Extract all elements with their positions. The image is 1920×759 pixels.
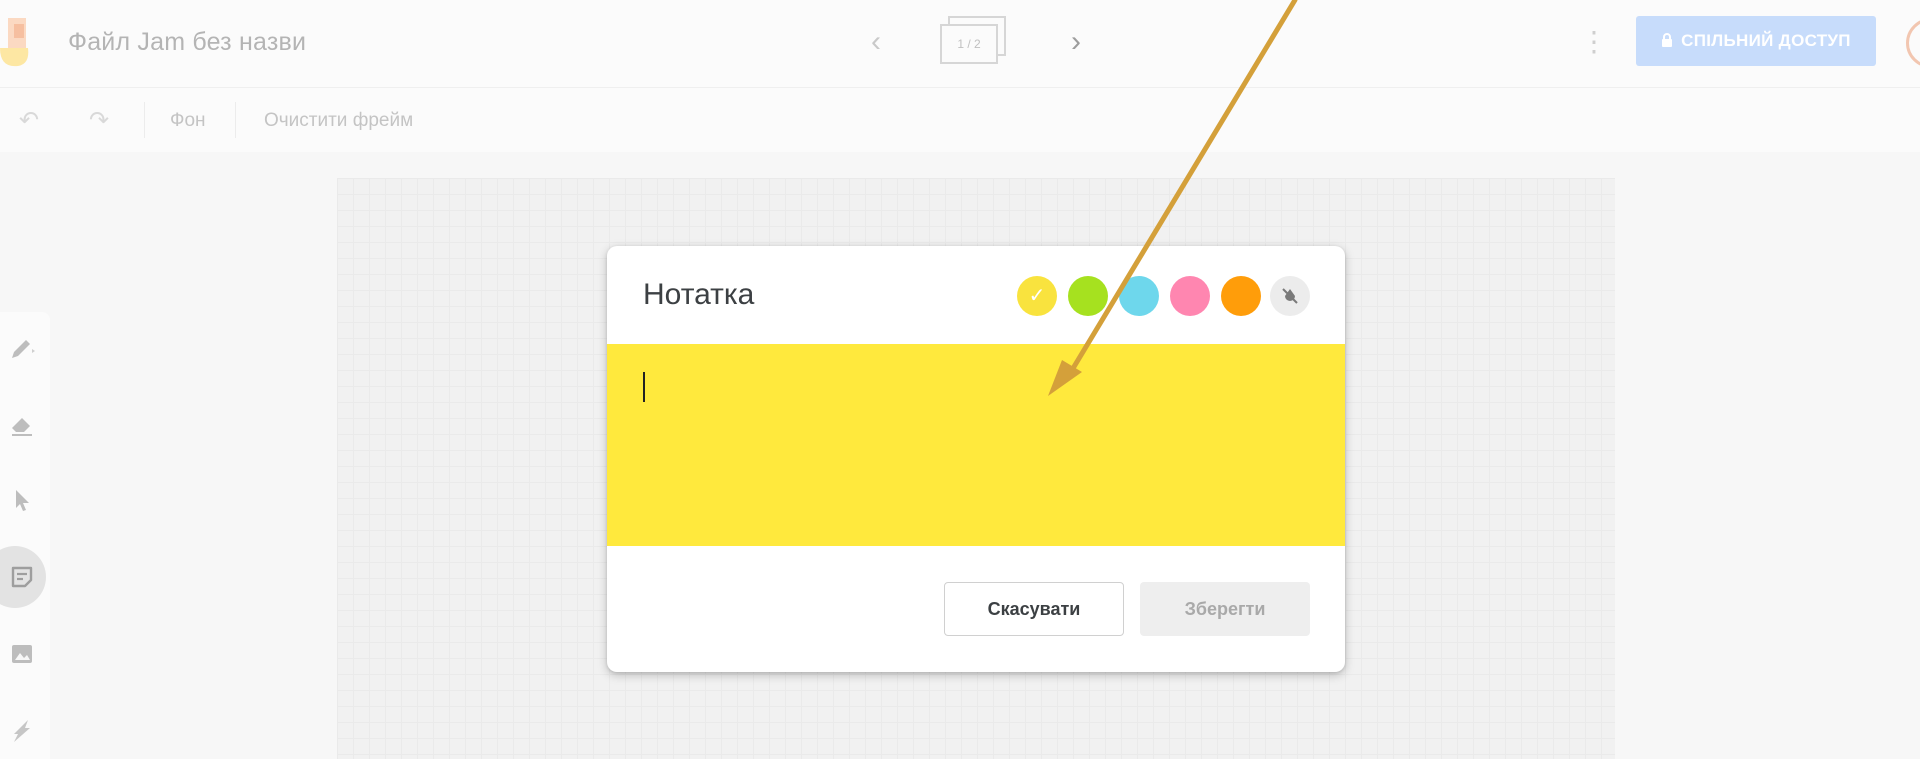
lock-icon [1661,16,1673,66]
check-icon: ✓ [1028,285,1046,307]
toolbar: ↶ ↷ Фон Очистити фрейм [0,88,1920,152]
pen-icon [12,340,35,358]
sticky-note-icon [11,566,33,588]
sticky-note-tool[interactable] [0,546,46,608]
toolbar-divider [235,102,236,138]
undo-icon: ↶ [18,107,40,134]
save-button[interactable]: Зберегти [1140,582,1310,636]
more-options-button[interactable]: ⋮ [1580,24,1608,60]
avatar[interactable] [1906,18,1920,68]
dialog-title: Нотатка [643,278,755,311]
pen-tool[interactable] [0,326,44,370]
previous-frame-button[interactable]: ‹ [860,22,892,62]
jamboard-logo[interactable] [0,18,34,68]
frame-indicator[interactable]: 1 / 2 [940,16,1010,68]
background-button[interactable]: Фон [170,110,206,132]
text-cursor [643,372,645,402]
chevron-left-icon: ‹ [871,25,881,58]
cancel-button[interactable]: Скасувати [944,582,1124,636]
color-swatch-pink[interactable] [1170,276,1210,316]
clear-frame-button[interactable]: Очистити фрейм [264,110,413,132]
chevron-right-icon: › [1071,25,1081,58]
color-swatch-orange[interactable] [1221,276,1261,316]
note-dialog: Нотатка ✓ Скасувати Зберегти [607,246,1345,672]
file-title[interactable]: Файл Jam без назви [68,28,306,57]
share-button-label: СПІЛЬНИЙ ДОСТУП [1681,31,1851,50]
more-vert-icon: ⋮ [1580,26,1608,57]
share-button[interactable]: СПІЛЬНИЙ ДОСТУП [1636,16,1876,66]
image-icon [12,645,32,663]
app-header: Файл Jam без назви ‹ 1 / 2 › ⋮ СПІЛЬНИЙ … [0,0,1920,88]
eraser-icon [12,418,32,436]
laser-icon [14,720,30,742]
laser-tool[interactable] [0,708,44,752]
toolbar-divider [144,102,145,138]
color-swatch-blue[interactable] [1119,276,1159,316]
color-off-button[interactable] [1270,276,1310,316]
select-icon [16,490,29,511]
tool-sidebar [0,312,50,759]
frame-counter: 1 / 2 [940,24,998,64]
note-text-area[interactable] [607,344,1345,546]
next-frame-button[interactable]: › [1060,22,1092,62]
color-off-icon [1282,288,1298,304]
redo-button[interactable]: ↷ [84,106,114,136]
image-tool[interactable] [0,632,44,676]
undo-button[interactable]: ↶ [14,106,44,136]
redo-icon: ↷ [88,107,110,134]
color-swatch-green[interactable] [1068,276,1108,316]
color-swatch-yellow[interactable]: ✓ [1017,276,1057,316]
eraser-tool[interactable] [0,402,44,446]
select-tool[interactable] [0,478,44,522]
